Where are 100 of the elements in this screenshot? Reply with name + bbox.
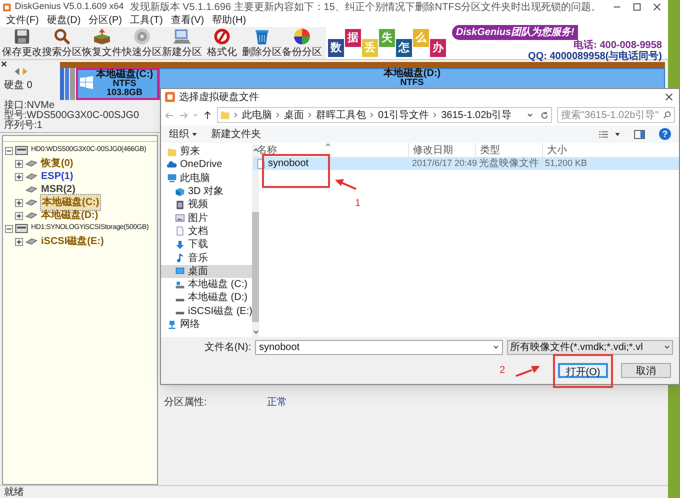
refresh-icon[interactable]: [540, 110, 549, 120]
file-type-dropdown[interactable]: 所有映像文件(*.vmdk;*.vdi;*.vl: [507, 340, 673, 354]
pie-icon: [292, 27, 312, 46]
breadcrumb-item[interactable]: 01引导文件: [378, 108, 430, 122]
update-notice: 发现新版本 V5.1.1.696 主要更新内容如下：15、纠正个别情况下删除NTFS分区文件夹时出现死锁的问题。: [130, 0, 601, 14]
toolbar-button[interactable]: 搜索分区: [42, 27, 82, 59]
ad-phone: 电话: 400-008-9958: [574, 40, 663, 50]
close-icon[interactable]: [665, 93, 673, 101]
partition-filesystem: NTFS: [400, 78, 424, 87]
filename-field[interactable]: synoboot: [255, 340, 503, 354]
toolbar-button[interactable]: 恢复文件: [82, 27, 122, 59]
scroll-down-icon[interactable]: [252, 330, 259, 334]
scroll-up-icon[interactable]: [252, 148, 259, 152]
toolbar-button[interactable]: 快速分区: [122, 27, 162, 59]
breadcrumb-item[interactable]: 群晖工具包: [316, 108, 366, 122]
ad-tile: 办: [430, 39, 446, 57]
annotation-number: 1: [355, 197, 361, 211]
dropdown-value: 所有映像文件(*.vmdk;*.vdi;*.vl: [510, 340, 644, 354]
menu-item[interactable]: 硬盘(D): [46, 13, 81, 28]
nav-item[interactable]: 本地磁盘 (D:): [161, 291, 252, 305]
caret-icon[interactable]: [493, 345, 499, 349]
menu-item[interactable]: 查看(V): [170, 13, 204, 28]
caret-icon: [192, 132, 197, 136]
tree-item[interactable]: ESP(1): [40, 169, 74, 184]
menu-item[interactable]: 帮助(H): [212, 13, 246, 28]
expand-icon[interactable]: [15, 212, 23, 220]
nav-item[interactable]: 剪来: [161, 145, 252, 158]
expand-icon[interactable]: [15, 172, 23, 180]
preview-pane-icon[interactable]: [634, 130, 645, 138]
breadcrumb-item[interactable]: 此电脑: [242, 108, 272, 122]
dialog-button[interactable]: 打开(O): [558, 362, 608, 378]
expand-icon[interactable]: [15, 160, 23, 168]
nav-item[interactable]: OneDrive: [161, 158, 252, 172]
column-header[interactable]: 名称: [253, 142, 408, 158]
ad-tile: 丢: [362, 39, 378, 57]
scrollbar-thumb[interactable]: [252, 212, 260, 322]
arrows-icon[interactable]: [12, 67, 30, 76]
magnifier-icon: [52, 27, 72, 46]
close-icon[interactable]: [1, 61, 7, 67]
nav-item[interactable]: iSCSI磁盘 (E:): [161, 304, 252, 318]
breadcrumb-item[interactable]: 3615-1.02b引导: [441, 108, 512, 122]
organize-button[interactable]: 组织: [169, 126, 197, 142]
help-button[interactable]: ?: [659, 128, 671, 140]
search-icon[interactable]: [663, 111, 671, 119]
collapse-icon[interactable]: [5, 224, 13, 232]
nav-item[interactable]: 此电脑: [161, 172, 252, 185]
menu-item[interactable]: 分区(P): [88, 13, 122, 28]
partition-icon: [25, 160, 38, 167]
nav-item[interactable]: 本地磁盘 (C:): [161, 278, 252, 292]
nav-item[interactable]: 音乐: [161, 251, 252, 265]
nav-item[interactable]: 网络: [161, 318, 252, 332]
tree-item[interactable]: 本地磁盘(C:): [40, 194, 102, 211]
expand-icon[interactable]: [15, 198, 23, 206]
nav-item[interactable]: 桌面: [161, 264, 252, 278]
nav-item[interactable]: 视频: [161, 198, 252, 212]
disc-icon: [132, 27, 152, 46]
dialog-button[interactable]: 取消: [621, 363, 671, 378]
sort-icon: [325, 143, 331, 147]
collapse-icon[interactable]: [5, 146, 13, 154]
ad-tile: 怎: [396, 39, 412, 57]
partition-icon: [25, 212, 38, 219]
ad-banner[interactable]: 数 据 丢 失 怎 么 办 DiskGenius团队为您服务! 电话: 400-008-9958 QQ: 4000089958(与电话同号): [326, 27, 668, 59]
nav-item[interactable]: 3D 对象: [161, 184, 252, 198]
maximize-icon[interactable]: [633, 3, 641, 11]
disk-info-text: 序列号:1: [4, 121, 42, 131]
menu-item[interactable]: 文件(F): [6, 13, 39, 28]
ad-tile: 么: [413, 29, 429, 47]
property-label: 分区属性:: [164, 396, 207, 410]
tree-item[interactable]: 恢复(0): [40, 156, 74, 171]
tree-item[interactable]: MSR(2): [40, 182, 76, 197]
expand-icon[interactable]: [15, 238, 23, 246]
up-icon[interactable]: [203, 110, 212, 120]
view-options-icon[interactable]: [598, 130, 609, 138]
menu-item[interactable]: 工具(T): [130, 13, 163, 28]
close-icon[interactable]: [653, 3, 661, 11]
file-row[interactable]: synoboot 2017/6/17 20:49 光盘映像文件 51,200 KB: [253, 157, 679, 170]
toolbar-button[interactable]: 删除分区: [242, 27, 282, 59]
caret-icon[interactable]: [527, 113, 533, 117]
new-folder-button[interactable]: 新建文件夹: [211, 126, 261, 142]
partition-size: 103.8GB: [106, 88, 143, 97]
breadcrumb-item[interactable]: 桌面: [284, 108, 304, 122]
caret-icon[interactable]: [615, 132, 620, 136]
partition-block[interactable]: 本地磁盘(C:) NTFS 103.8GB: [76, 68, 159, 100]
nav-item[interactable]: 图片: [161, 211, 252, 225]
tree-item[interactable]: 本地磁盘(D:): [40, 208, 100, 223]
nav-item[interactable]: 文档: [161, 224, 252, 238]
ad-slogan: DiskGenius团队为您服务!: [452, 24, 578, 40]
nav-item[interactable]: 下载: [161, 238, 252, 252]
toolbar-button[interactable]: 备份分区: [282, 27, 322, 59]
tree-item[interactable]: iSCSI磁盘(E:): [40, 234, 105, 249]
toolbar-button[interactable]: 保存更改: [2, 27, 42, 59]
search-field[interactable]: 搜索"3615-1.02b引导": [557, 107, 675, 123]
address-bar[interactable]: 此电脑 桌面 群晖工具包 01引导文件 3615-1.02b引导: [217, 107, 552, 123]
toolbar-button[interactable]: 新建分区: [162, 27, 202, 59]
monitor-icon: [167, 173, 177, 184]
toolbar-button[interactable]: 格式化: [202, 27, 242, 59]
windows-logo-icon: [80, 76, 93, 89]
desktop-icon: [175, 266, 185, 276]
partition-icon: [25, 186, 38, 193]
caret-icon[interactable]: [664, 345, 670, 349]
